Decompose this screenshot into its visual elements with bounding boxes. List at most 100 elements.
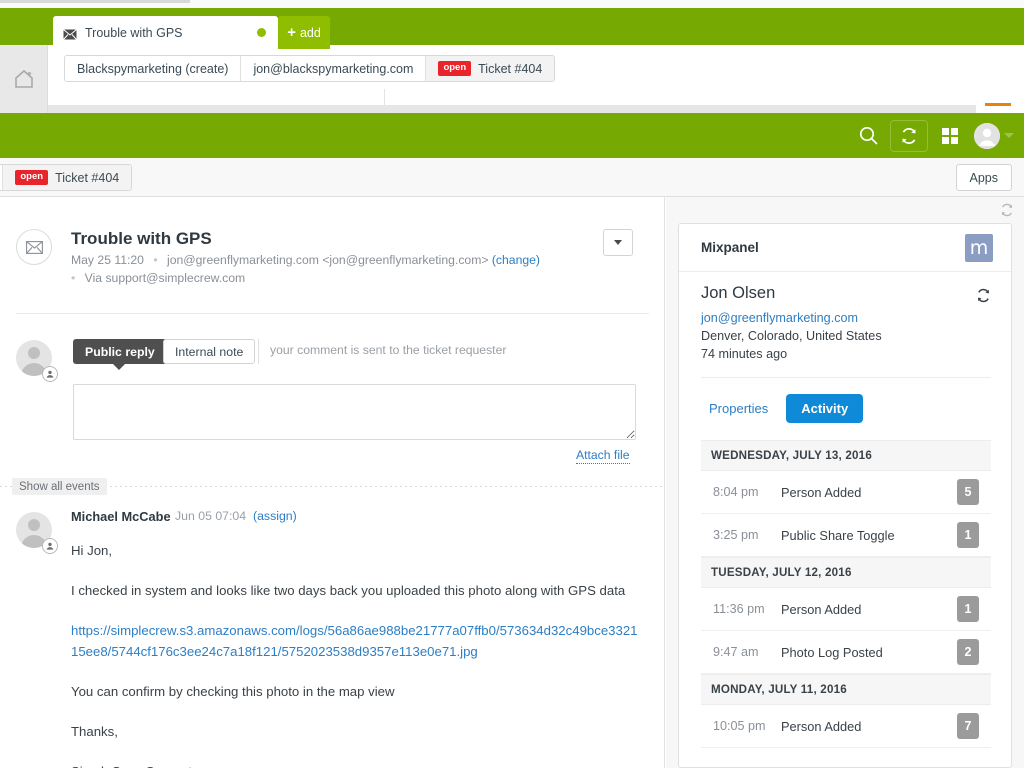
app-name: Mixpanel xyxy=(701,240,759,255)
overlay-shadow-strip xyxy=(48,105,976,113)
mixpanel-app-card: Mixpanel m Jon Olsen jon@greenflymarketi… xyxy=(678,223,1012,768)
activity-count-badge: 1 xyxy=(957,596,979,622)
divider xyxy=(701,377,991,378)
sub-header-bar xyxy=(0,158,1024,197)
tab-properties-label: Properties xyxy=(709,401,768,416)
agent-badge-icon xyxy=(42,366,58,382)
comment-body: Hi Jon, I checked in system and looks li… xyxy=(71,540,641,768)
breadcrumb-item-email[interactable]: jon@blackspymarketing.com xyxy=(241,56,426,81)
person-email[interactable]: jon@greenflymarketing.com xyxy=(701,311,858,325)
page-title: Trouble with GPS xyxy=(71,229,212,249)
comment-greeting: Hi Jon, xyxy=(71,540,641,562)
avatar xyxy=(974,123,1000,149)
person-sync-icon[interactable] xyxy=(976,288,991,303)
window-top-strip xyxy=(0,0,1024,8)
activity-time: 8:04 pm xyxy=(701,485,781,499)
activity-event-name: Photo Log Posted xyxy=(781,645,957,660)
apps-button-label: Apps xyxy=(970,171,999,185)
user-avatar-menu[interactable] xyxy=(972,113,1016,158)
internal-note-tab[interactable]: Internal note xyxy=(163,339,255,364)
plus-icon: + xyxy=(287,25,296,40)
grid-apps-icon[interactable] xyxy=(928,113,972,158)
caret-down-icon xyxy=(1004,133,1014,138)
assign-link[interactable]: (assign) xyxy=(253,509,297,523)
public-reply-label: Public reply xyxy=(85,345,155,359)
add-tab-button[interactable]: + add xyxy=(278,16,330,49)
attach-file-link[interactable]: Attach file xyxy=(576,448,630,464)
change-requester-link[interactable]: (change) xyxy=(492,253,540,267)
activity-row[interactable]: 8:04 pmPerson Added5 xyxy=(701,471,991,514)
meta-separator: • xyxy=(71,271,75,285)
activity-day-header: MONDAY, JULY 11, 2016 xyxy=(701,674,991,705)
meta-separator: • xyxy=(153,253,157,267)
activity-row[interactable]: 9:47 amPhoto Log Posted2 xyxy=(701,631,991,674)
sub-breadcrumb: om open Ticket #404 xyxy=(0,164,132,191)
composer-hint: your comment is sent to the ticket reque… xyxy=(270,343,506,357)
reply-textarea[interactable] xyxy=(73,384,636,440)
activity-day-header: WEDNESDAY, JULY 13, 2016 xyxy=(701,440,991,471)
sub-breadcrumb-item-ticket[interactable]: open Ticket #404 xyxy=(3,165,131,190)
breadcrumb-label: Ticket #404 xyxy=(55,171,119,185)
activity-row[interactable]: 3:25 pmPublic Share Toggle1 xyxy=(701,514,991,557)
activity-count-badge: 1 xyxy=(957,522,979,548)
public-reply-tab[interactable]: Public reply xyxy=(73,339,167,364)
mixpanel-logo-icon: m xyxy=(965,234,993,262)
activity-list: WEDNESDAY, JULY 13, 20168:04 pmPerson Ad… xyxy=(701,440,991,748)
show-all-events-button[interactable]: Show all events xyxy=(12,478,107,495)
ticket-via-label: Via support@simplecrew.com xyxy=(85,271,246,285)
activity-time: 3:25 pm xyxy=(701,528,781,542)
tab-activity[interactable]: Activity xyxy=(786,394,863,423)
orange-accent-marker xyxy=(985,103,1011,106)
refresh-icon[interactable] xyxy=(890,120,928,152)
activity-row[interactable]: 10:05 pmPerson Added7 xyxy=(701,705,991,748)
activity-row[interactable]: 11:36 pmPerson Added1 xyxy=(701,588,991,631)
apps-button[interactable]: Apps xyxy=(956,164,1013,191)
tab-trouble-with-gps[interactable]: Trouble with GPS xyxy=(53,16,278,49)
tab-activity-label: Activity xyxy=(801,401,848,416)
person-last-seen: 74 minutes ago xyxy=(701,347,787,361)
activity-event-name: Person Added xyxy=(781,602,957,617)
right-sidebar: Mixpanel m Jon Olsen jon@greenflymarketi… xyxy=(666,197,1024,768)
home-icon[interactable] xyxy=(12,68,36,90)
person-location: Denver, Colorado, United States xyxy=(701,329,882,343)
agent-badge-icon xyxy=(42,538,58,554)
mail-icon xyxy=(63,27,77,38)
comment-closing: Thanks, xyxy=(71,721,641,743)
header-icon-group xyxy=(846,113,1016,158)
comment-paragraph-2: You can confirm by checking this photo i… xyxy=(71,681,641,703)
breadcrumb-item-ticket[interactable]: open Ticket #404 xyxy=(426,56,554,81)
activity-event-name: Public Share Toggle xyxy=(781,528,957,543)
ticket-meta: May 25 11:20 • jon@greenflymarketing.com… xyxy=(71,253,540,267)
divider xyxy=(16,313,649,314)
ticket-actions-dropdown[interactable] xyxy=(603,229,633,256)
card-header: Mixpanel m xyxy=(679,224,1011,272)
breadcrumb-item-account[interactable]: Blackspymarketing (create) xyxy=(65,56,241,81)
overlay-breadcrumb: Blackspymarketing (create) jon@blackspym… xyxy=(64,55,555,82)
activity-count-badge: 5 xyxy=(957,479,979,505)
activity-time: 9:47 am xyxy=(701,645,781,659)
sidebar-refresh-icon[interactable] xyxy=(1000,203,1014,217)
avatar-head xyxy=(28,347,40,359)
comment-timestamp: Jun 05 07:04 xyxy=(175,509,246,523)
show-all-events-label: Show all events xyxy=(19,481,100,493)
app-window: Trouble with GPS + add Blackspymarketing… xyxy=(0,0,1024,768)
status-badge: open xyxy=(15,170,48,184)
ticket-requester: jon@greenflymarketing.com <jon@greenflym… xyxy=(167,253,488,267)
ticket-channel-icon xyxy=(16,229,52,265)
photo-log-link[interactable]: https://simplecrew.s3.amazonaws.com/logs… xyxy=(71,620,641,662)
activity-time: 11:36 pm xyxy=(701,602,781,616)
caret-down-icon xyxy=(614,240,622,245)
person-name: Jon Olsen xyxy=(701,284,775,303)
activity-count-badge: 7 xyxy=(957,713,979,739)
activity-count-badge: 2 xyxy=(957,639,979,665)
status-badge: open xyxy=(438,61,471,75)
comment-signature: SimpleCrew Support xyxy=(71,761,641,768)
comment-paragraph-1: I checked in system and looks like two d… xyxy=(71,580,641,602)
tab-properties[interactable]: Properties xyxy=(701,395,776,422)
comment-author: Michael McCabe xyxy=(71,509,171,524)
search-icon[interactable] xyxy=(846,113,890,158)
ticket-via: • Via support@simplecrew.com xyxy=(71,271,245,285)
activity-time: 10:05 pm xyxy=(701,719,781,733)
breadcrumb-label: Ticket #404 xyxy=(478,62,542,76)
add-tab-label: add xyxy=(300,26,321,40)
